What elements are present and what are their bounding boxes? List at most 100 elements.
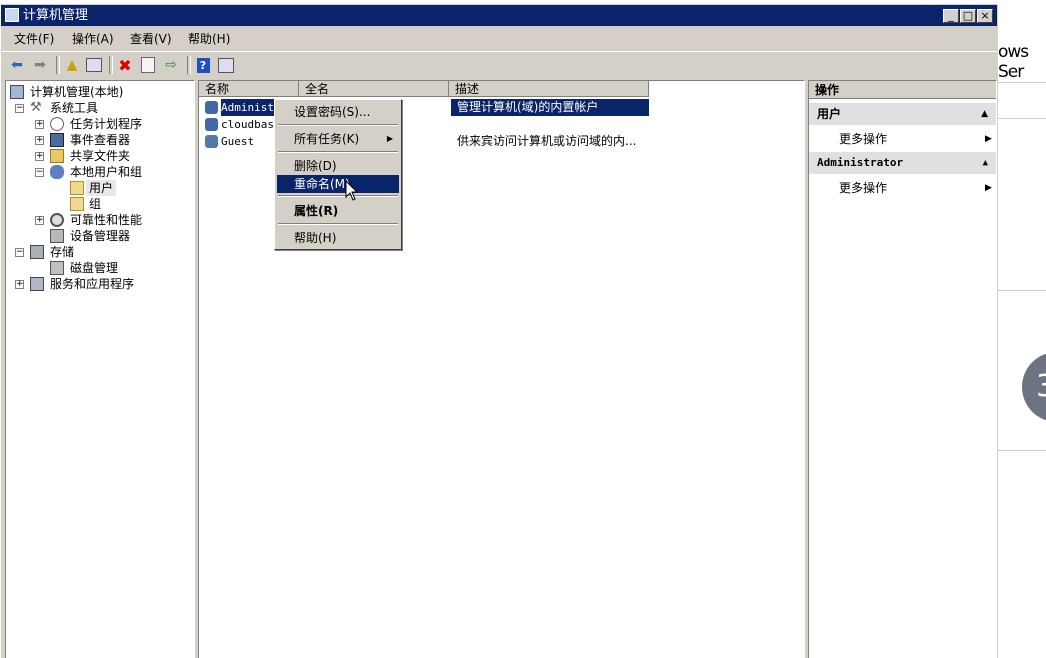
toolbar-separator [56,56,60,74]
background-window: ows Ser 3 [998,0,1046,658]
maximize-button[interactable]: □ [960,9,976,23]
storage-icon [30,245,44,259]
help-icon[interactable]: ? [194,56,212,74]
computer-management-window: 计算机管理 _ □ × 文件(F) 操作(A) 查看(V) 帮助(H) ⬅ ➡ … [0,3,998,658]
toolbar-separator [109,56,113,74]
divider [998,118,1046,119]
user-icon [205,101,218,114]
column-header-description[interactable]: 描述 [449,81,649,97]
action-section-users[interactable]: 用户 ▲ [809,103,996,125]
window-title: 计算机管理 [23,8,89,23]
expand-icon[interactable]: + [35,136,44,145]
computer-icon [10,85,24,99]
menu-help[interactable]: 帮助(H) [188,32,230,46]
console-tree: 计算机管理(本地) − ⚒ 系统工具 + 任务计划程序 + 事件查看器 + 共享… [5,80,195,658]
menu-bar: 文件(F) 操作(A) 查看(V) 帮助(H) [1,28,997,50]
menu-item-label: 所有任务(K) [294,132,360,146]
menu-item-delete[interactable]: 删除(D) [277,157,399,175]
tree-label: 服务和应用程序 [50,277,135,291]
menu-item-set-password[interactable]: 设置密码(S)... [277,103,399,121]
show-action-pane-icon[interactable] [217,56,235,74]
title-bar[interactable]: 计算机管理 _ □ × [1,5,997,26]
folder-icon [70,181,84,195]
section-header-label: Administrator [817,156,904,169]
export-list-icon[interactable]: ⇨ [162,56,180,74]
circle-badge[interactable]: 3 [1022,352,1046,422]
expand-icon[interactable]: + [35,152,44,161]
user-description: 管理计算机(域)的内置帐户 [451,99,649,116]
table-row[interactable]: Administr 管理计算机(域)的内置帐户 [201,99,649,116]
user-description: 供来宾访问计算机或访问域的内... [457,134,637,148]
tools-icon: ⚒ [30,100,42,115]
expand-icon[interactable]: + [35,216,44,225]
menu-view[interactable]: 查看(V) [130,32,172,46]
collapse-up-icon[interactable]: ▲ [981,103,988,125]
chevron-right-icon: ▶ [985,134,992,144]
tree-label: 系统工具 [50,101,99,115]
delete-x-icon[interactable]: ✖ [116,56,134,75]
user-name: cloudbase [221,118,281,131]
more-actions-item[interactable]: 更多操作 [839,131,887,147]
collapse-icon[interactable]: − [15,248,24,257]
properties-icon[interactable] [139,56,157,74]
collapse-up-icon[interactable]: ▲ [983,152,988,174]
clock-icon [50,117,64,131]
up-folder-icon[interactable]: ▲ [63,56,81,74]
user-name: Guest [221,135,255,148]
column-header-fullname[interactable]: 全名 [299,81,449,97]
toolbar: ⬅ ➡ ▲ ✖ ⇨ ? [1,51,997,78]
menu-separator [278,195,398,197]
guest-user-icon [205,135,218,148]
submenu-arrow-icon: ▶ [386,134,393,143]
menu-item-all-tasks[interactable]: 所有任务(K) ▶ [277,130,399,148]
services-icon [30,277,44,291]
disk-icon [50,261,64,275]
collapse-icon[interactable]: − [35,168,44,177]
close-button[interactable]: × [977,9,993,23]
context-menu: 设置密码(S)... 所有任务(K) ▶ 删除(D) 重命名(M) 属性(R) … [274,99,402,250]
chevron-right-icon: ▶ [985,183,992,193]
menu-action[interactable]: 操作(A) [72,32,114,46]
forward-arrow-icon[interactable]: ➡ [31,56,49,74]
menu-file[interactable]: 文件(F) [14,32,54,46]
section-header-label: 用户 [817,107,842,121]
menu-separator [278,151,398,153]
tree-label: 本地用户和组 [70,165,143,179]
tree-label: 事件查看器 [70,133,131,147]
back-arrow-icon[interactable]: ⬅ [8,56,26,74]
show-hide-tree-icon[interactable] [85,56,103,74]
action-section-administrator[interactable]: Administrator ▲ [809,152,996,174]
tree-label: 存储 [50,245,75,259]
action-pane: 操作 用户 ▲ 更多操作 ▶ Administrator ▲ 更多操作 ▶ [808,80,997,658]
menu-item-properties[interactable]: 属性(R) [277,202,399,220]
menu-item-rename[interactable]: 重命名(M) [277,175,399,193]
shared-folder-icon [50,149,64,163]
tree-label: 共享文件夹 [70,149,131,163]
table-row[interactable]: cloudbase [201,116,649,133]
more-actions-item[interactable]: 更多操作 [839,180,887,196]
menu-item-help[interactable]: 帮助(H) [277,229,399,247]
tree-label: 可靠性和性能 [70,213,143,227]
tree-label: 任务计划程序 [70,117,143,131]
performance-gauge-icon [50,213,64,227]
menu-separator [278,223,398,225]
device-manager-icon [50,229,64,243]
toolbar-separator [187,56,191,74]
background-window-title: ows Ser [998,42,1029,82]
action-pane-title: 操作 [809,81,996,99]
tree-label: 计算机管理(本地) [30,85,124,99]
divider [998,450,1046,451]
divider [998,82,1046,83]
collapse-icon[interactable]: − [15,104,24,113]
users-group-icon [50,165,64,179]
expand-icon[interactable]: + [35,120,44,129]
event-viewer-icon [50,133,64,147]
column-header-name[interactable]: 名称 [199,81,299,97]
minimize-button[interactable]: _ [943,9,959,23]
tree-label: 组 [89,197,102,211]
expand-icon[interactable]: + [15,280,24,289]
folder-icon [70,197,84,211]
table-row[interactable]: Guest 供来宾访问计算机或访问域的内... [201,133,649,150]
tree-label: 设备管理器 [70,229,131,243]
user-icon [205,118,218,131]
